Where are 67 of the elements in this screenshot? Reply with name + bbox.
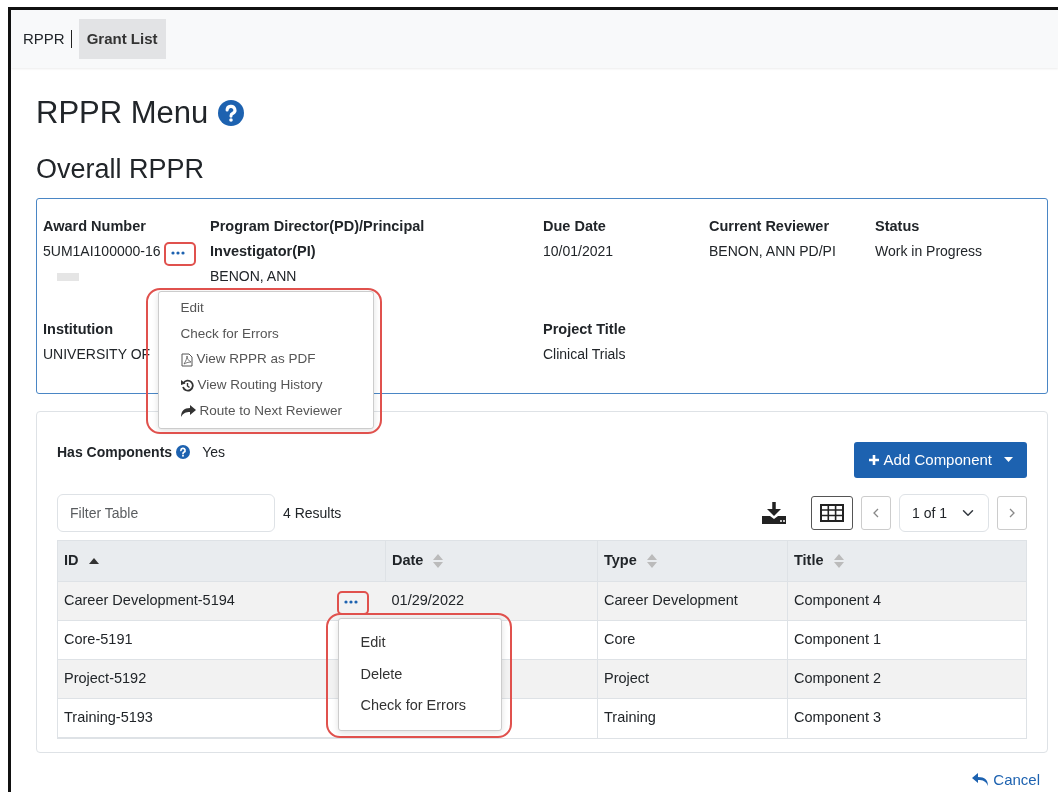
filter-field[interactable]: Filter Table	[57, 494, 275, 533]
nav-tab[interactable]: Grant List	[78, 18, 166, 60]
field-value: Clinical Trials	[543, 345, 626, 362]
table-cell-text: Project-5192	[64, 668, 147, 688]
menu-item[interactable]: Route to Next Reviewer	[158, 400, 373, 421]
history-icon	[180, 378, 194, 392]
field-value: 5UM1AI100000-16	[43, 242, 161, 259]
menu-item[interactable]: View Routing History	[158, 375, 373, 396]
field-label: Current Reviewer	[709, 216, 830, 236]
column-toggle-button[interactable]	[811, 496, 853, 531]
caret-icon	[1004, 456, 1013, 463]
results-count: 4 Results	[283, 503, 342, 523]
table-cell: Component 1	[794, 631, 882, 648]
forward-arrow-icon	[180, 404, 196, 417]
table-icon	[820, 504, 844, 523]
field-label: Due Date	[543, 216, 606, 236]
table-cell-text: Core-5191	[64, 629, 133, 649]
field-value: Work in Progress	[875, 242, 983, 259]
table-cell-text: Training-5193	[64, 707, 153, 727]
section-title: Overall RPPR	[36, 154, 205, 185]
help-icon	[218, 99, 245, 126]
table-cell: Project	[604, 670, 650, 687]
table-cell-text: Career Development-5194	[64, 590, 235, 610]
table-cell: Component 4	[794, 591, 882, 608]
download-icon	[761, 501, 787, 526]
callout-outline	[163, 241, 196, 266]
table-cell: 01/29/2022	[391, 591, 465, 608]
column-header[interactable]: Type	[597, 540, 788, 582]
cancel-link[interactable]: Cancel	[972, 768, 1040, 792]
menu-item[interactable]: Edit	[158, 298, 373, 319]
pdf-file-icon	[180, 352, 193, 367]
menu-item[interactable]: Delete	[338, 663, 501, 686]
page-title: RPPR Menu	[36, 94, 209, 132]
page-select[interactable]: 1 of 1	[899, 494, 989, 533]
menu-item[interactable]: View RPPR as PDF	[158, 349, 373, 370]
table-cell: Training	[604, 709, 656, 726]
download-button[interactable]	[761, 501, 787, 526]
reply-arrow-icon	[972, 773, 989, 787]
column-header[interactable]: Title	[787, 540, 1027, 582]
chevron-right-icon	[1009, 508, 1015, 519]
field-label: Status	[875, 216, 920, 236]
field-label: Program Director(PD)/Principal Investigator(PI)	[210, 216, 426, 261]
field-label: Award Number	[43, 216, 146, 236]
field-label: Institution	[43, 319, 114, 339]
components-value: Yes	[202, 442, 225, 462]
plus-icon	[867, 453, 880, 466]
menu-item[interactable]: Check for Errors	[338, 695, 501, 718]
app-name: RPPR	[23, 30, 72, 48]
table-cell: Career Development	[604, 591, 738, 608]
field-value: BENON, ANN	[210, 267, 297, 284]
menu-item[interactable]: Check for Errors	[158, 323, 373, 345]
chevron-left-icon	[873, 508, 879, 519]
components-label: Has Components	[57, 442, 173, 462]
help-icon	[176, 445, 191, 460]
field-label: Project Title	[543, 319, 626, 339]
table-cell: Core	[604, 631, 636, 648]
table-cell: Component 3	[794, 709, 882, 726]
redacted-block	[57, 272, 79, 281]
column-header[interactable]: Date	[385, 540, 598, 582]
menu-item[interactable]: Edit	[338, 632, 501, 654]
ellipsis-icon	[343, 599, 358, 604]
field-value: 10/01/2021	[543, 242, 614, 259]
column-header[interactable]: ID	[57, 540, 386, 582]
add-component-button[interactable]: Add Component	[853, 441, 1027, 479]
table-cell: Component 2	[794, 670, 882, 687]
ellipsis-icon	[170, 251, 185, 256]
field-value: BENON, ANN PD/PI	[709, 242, 836, 259]
